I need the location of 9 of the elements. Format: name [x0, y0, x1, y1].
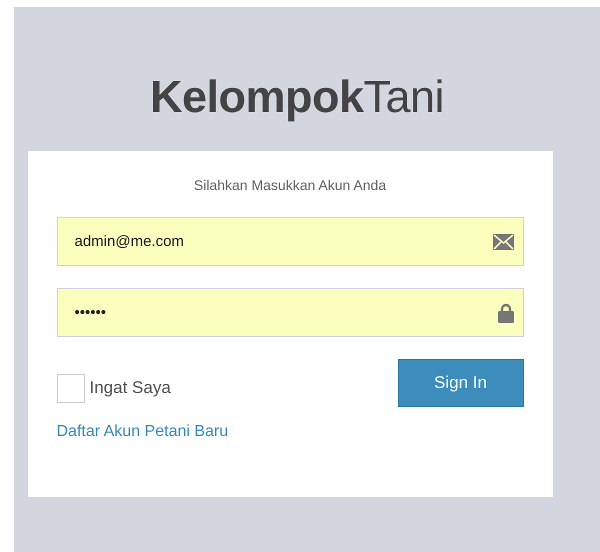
- register-link[interactable]: Daftar Akun Petani Baru: [56, 423, 228, 441]
- logo-text: KelompokTani: [150, 71, 444, 123]
- remember-checkbox[interactable]: [56, 374, 84, 403]
- password-field[interactable]: ••••••: [56, 288, 524, 337]
- email-field[interactable]: admin@me.com: [56, 217, 524, 266]
- remember-label: Ingat Saya: [90, 378, 171, 399]
- sign-in-button[interactable]: Sign In: [398, 359, 524, 407]
- lock-icon: [498, 302, 514, 322]
- login-subtitle: Silahkan Masukkan Akun Anda: [192, 177, 388, 193]
